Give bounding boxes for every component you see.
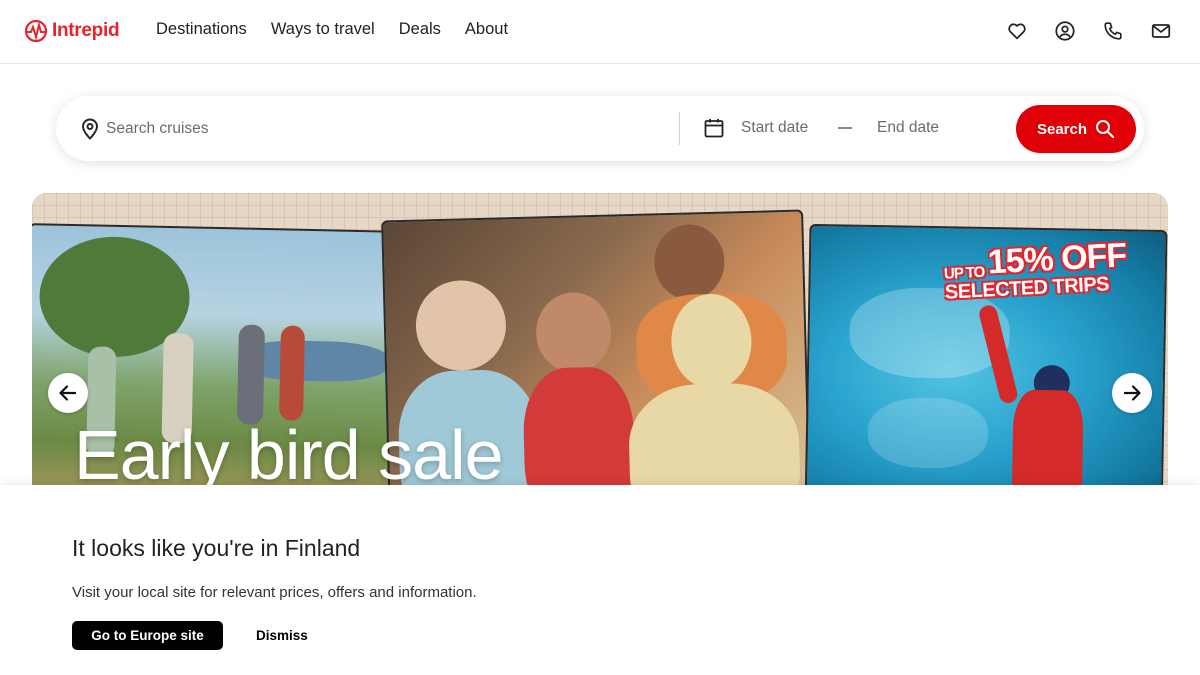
start-date-field[interactable]: Start date xyxy=(741,119,808,137)
go-to-europe-site-button[interactable]: Go to Europe site xyxy=(72,621,223,650)
search-icon xyxy=(1096,120,1115,139)
logo-text: Intrepid xyxy=(52,20,120,41)
header-actions xyxy=(1006,20,1172,42)
search-divider xyxy=(679,112,680,145)
geo-redirect-banner: It looks like you're in Finland Visit yo… xyxy=(0,485,1200,675)
climber-jacket xyxy=(1011,389,1084,485)
search-button-label: Search xyxy=(1036,120,1088,138)
account-icon[interactable] xyxy=(1054,20,1076,42)
search-bar: Start date End date Search xyxy=(56,96,1144,161)
main-nav: Destinations Ways to travel Deals About xyxy=(156,20,508,39)
calendar-icon xyxy=(704,119,724,138)
hiker-figure xyxy=(236,324,265,426)
geo-banner-text: Visit your local site for relevant price… xyxy=(72,584,477,601)
location-pin-icon xyxy=(82,118,98,140)
dismiss-button[interactable]: Dismiss xyxy=(246,621,318,650)
end-date-field[interactable]: End date xyxy=(877,119,939,137)
search-button[interactable]: Search xyxy=(1016,105,1136,153)
search-input[interactable] xyxy=(106,116,666,141)
heart-icon[interactable] xyxy=(1006,20,1028,42)
hero-title: Early bird sale xyxy=(74,416,504,485)
phone-icon[interactable] xyxy=(1102,20,1124,42)
person-face xyxy=(653,223,726,301)
carousel-prev-button[interactable] xyxy=(48,373,88,413)
arrow-right-icon xyxy=(1123,385,1141,401)
ice-highlight xyxy=(867,396,989,470)
logo-mark-icon xyxy=(24,19,48,43)
hero-banner[interactable]: UP TO 15% OFF SELECTED TRIPS Early bird … xyxy=(32,193,1168,485)
nav-deals[interactable]: Deals xyxy=(399,20,441,39)
hiker-figure xyxy=(279,325,305,421)
intrepid-logo[interactable]: Intrepid xyxy=(24,19,120,43)
person-face xyxy=(414,279,508,372)
mail-icon[interactable] xyxy=(1150,20,1172,42)
person-robe xyxy=(627,381,802,485)
nav-ways-to-travel[interactable]: Ways to travel xyxy=(271,20,375,39)
geo-banner-title: It looks like you're in Finland xyxy=(72,535,361,561)
date-separator xyxy=(838,127,852,129)
person-shirt xyxy=(522,366,637,485)
promo-badge: UP TO 15% OFF SELECTED TRIPS xyxy=(943,236,1129,304)
nav-about[interactable]: About xyxy=(465,20,508,39)
arrow-left-icon xyxy=(59,385,77,401)
carousel-next-button[interactable] xyxy=(1112,373,1152,413)
person-face xyxy=(535,291,613,374)
nav-destinations[interactable]: Destinations xyxy=(156,20,247,39)
site-header: Intrepid Destinations Ways to travel Dea… xyxy=(0,0,1200,64)
